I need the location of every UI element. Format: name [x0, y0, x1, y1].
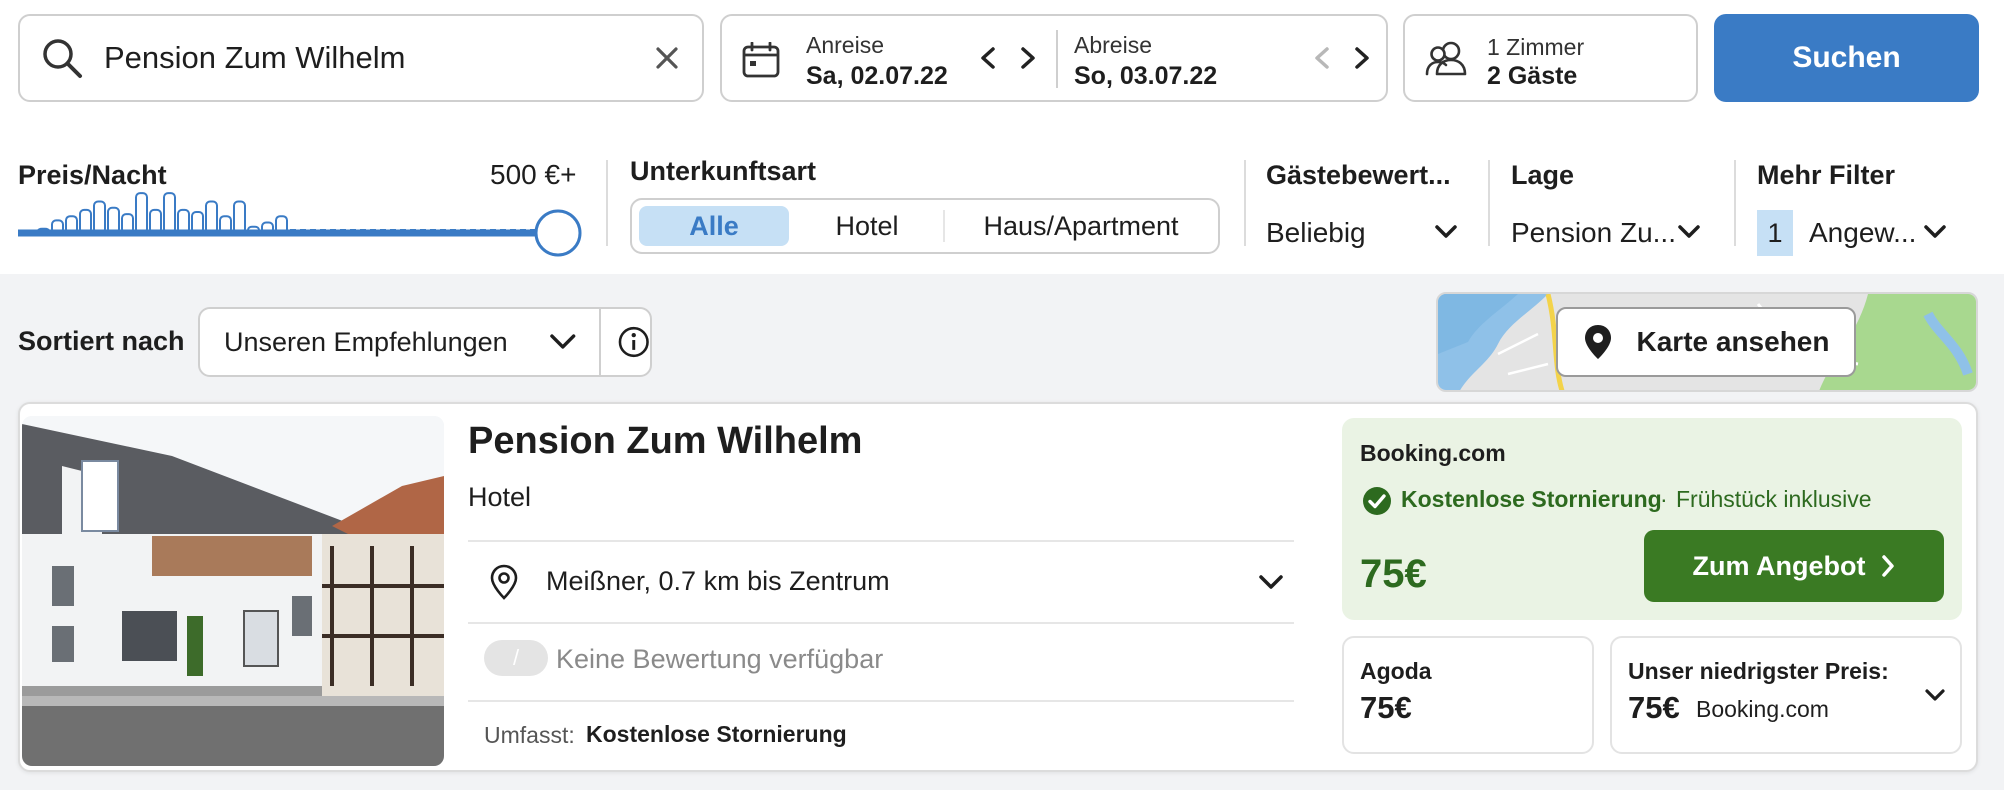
rooms-value: 1 Zimmer [1487, 34, 1585, 60]
guests-icon [1425, 41, 1467, 76]
checkin-value: Sa, 02.07.22 [806, 62, 948, 90]
alt-deal-agoda[interactable]: Agoda 75€ [1342, 636, 1594, 754]
search-button[interactable]: Suchen [1714, 14, 1979, 102]
search-icon [43, 39, 82, 78]
checkout-value: So, 03.07.22 [1074, 62, 1218, 90]
type-option-hotel[interactable]: Hotel [792, 206, 942, 246]
deal-separator: · [1660, 486, 1668, 512]
view-offer-button[interactable]: Zum Angebot [1644, 530, 1944, 602]
chevron-down-icon [1678, 225, 1700, 238]
hotel-type: Hotel [468, 482, 532, 512]
more-filters-value: Angew... [1809, 217, 1917, 248]
view-map-label: Karte ansehen [1636, 326, 1830, 357]
type-option-house[interactable]: Haus/Apartment [946, 206, 1216, 246]
lowest-price-box[interactable]: Unser niedrigster Preis: 75€ Booking.com [1610, 636, 1962, 754]
chevron-down-icon [1924, 225, 1946, 238]
chevron-down-icon [550, 334, 576, 349]
filter-divider [606, 160, 608, 246]
price-histogram-bar [163, 192, 176, 235]
view-map-button[interactable]: Karte ansehen [1556, 307, 1856, 377]
sort-label: Sortiert nach [18, 326, 185, 356]
filter-divider [1734, 160, 1736, 246]
price-histogram-bar [135, 192, 148, 235]
rating-badge: / [484, 640, 548, 676]
price-histogram [37, 192, 538, 235]
check-circle-icon [1363, 487, 1391, 515]
chevron-down-icon [1435, 225, 1457, 238]
clear-search-icon[interactable] [654, 45, 680, 71]
price-histogram-bar [233, 200, 246, 234]
checkout-next-icon[interactable] [1348, 44, 1376, 72]
active-filter-count-badge: 1 [1757, 210, 1793, 256]
checkout-label: Abreise [1074, 32, 1152, 58]
price-slider[interactable] [18, 186, 586, 260]
info-icon[interactable] [617, 325, 650, 359]
checkout-field[interactable]: Abreise So, 03.07.22 [1058, 16, 1388, 100]
lowest-price-value: 75€ [1628, 690, 1680, 725]
search-input[interactable]: Pension Zum Wilhelm [104, 40, 654, 76]
rating-filter-value: Beliebig [1266, 217, 1366, 248]
price-slider-handle[interactable] [534, 209, 582, 257]
map-pin-icon [1584, 325, 1611, 359]
alt-deal-price: 75€ [1360, 690, 1412, 725]
deal-breakfast: Frühstück inklusive [1676, 486, 1872, 512]
date-picker[interactable]: Anreise Sa, 02.07.22 Abreise So, 03.07.2… [720, 14, 1388, 102]
rating-filter-label: Gästebewert... [1266, 160, 1451, 190]
location-filter[interactable]: Lage Pension Zu... [1511, 156, 1711, 256]
price-histogram-bar [107, 206, 120, 234]
hotel-photo[interactable] [22, 416, 444, 766]
chevron-down-icon [1259, 575, 1283, 589]
filter-divider [1488, 160, 1490, 246]
type-filter-label: Unterkunftsart [630, 156, 817, 186]
deal-price: 75€ [1360, 552, 1427, 596]
chevron-right-icon [1882, 555, 1895, 577]
lowest-price-provider: Booking.com [1696, 696, 1829, 722]
view-offer-label: Zum Angebot [1692, 550, 1866, 581]
checkin-field[interactable]: Anreise Sa, 02.07.22 [722, 16, 1056, 100]
card-divider [468, 622, 1294, 624]
checkin-next-icon[interactable] [1014, 44, 1042, 72]
calendar-icon [742, 42, 780, 78]
deal-provider: Booking.com [1360, 440, 1506, 466]
rating-text: Keine Bewertung verfügbar [556, 644, 884, 674]
guests-value: 2 Gäste [1487, 62, 1578, 90]
search-field[interactable]: Pension Zum Wilhelm [18, 14, 704, 102]
guests-picker[interactable]: 1 Zimmer 2 Gäste [1403, 14, 1698, 102]
includes-label: Umfasst: [484, 722, 575, 748]
alt-deal-provider: Agoda [1360, 658, 1432, 684]
location-filter-label: Lage [1511, 160, 1575, 190]
deal-cancellation: Kostenlose Stornierung [1401, 486, 1662, 512]
more-filters-label: Mehr Filter [1757, 160, 1896, 190]
checkin-prev-icon[interactable] [974, 44, 1002, 72]
includes-value: Kostenlose Stornierung [586, 721, 847, 747]
type-option-all[interactable]: Alle [639, 206, 789, 246]
location-row[interactable]: Meißner, 0.7 km bis Zentrum [468, 542, 1294, 622]
checkout-prev-icon[interactable] [1308, 44, 1336, 72]
price-histogram-bar [93, 200, 106, 234]
location-filter-value: Pension Zu... [1511, 217, 1676, 248]
hotel-location: Meißner, 0.7 km bis Zentrum [546, 566, 890, 596]
lowest-price-label: Unser niedrigster Preis: [1628, 658, 1889, 684]
segment-divider [943, 210, 945, 242]
chevron-down-icon [1925, 689, 1945, 701]
type-segmented-control[interactable]: Alle Hotel Haus/Apartment [630, 198, 1220, 254]
hotel-name[interactable]: Pension Zum Wilhelm [468, 420, 862, 463]
card-divider [468, 700, 1294, 702]
location-pin-icon [490, 564, 518, 600]
checkin-label: Anreise [806, 32, 884, 58]
sort-dropdown[interactable]: Unseren Empfehlungen [198, 307, 652, 377]
filter-divider [1244, 160, 1246, 246]
sort-divider [598, 309, 601, 375]
more-filters[interactable]: Mehr Filter 1 Angew... [1757, 156, 1977, 256]
sort-value: Unseren Empfehlungen [224, 326, 508, 357]
price-histogram-bar [205, 200, 218, 234]
rating-filter[interactable]: Gästebewert... Beliebig [1266, 156, 1466, 256]
